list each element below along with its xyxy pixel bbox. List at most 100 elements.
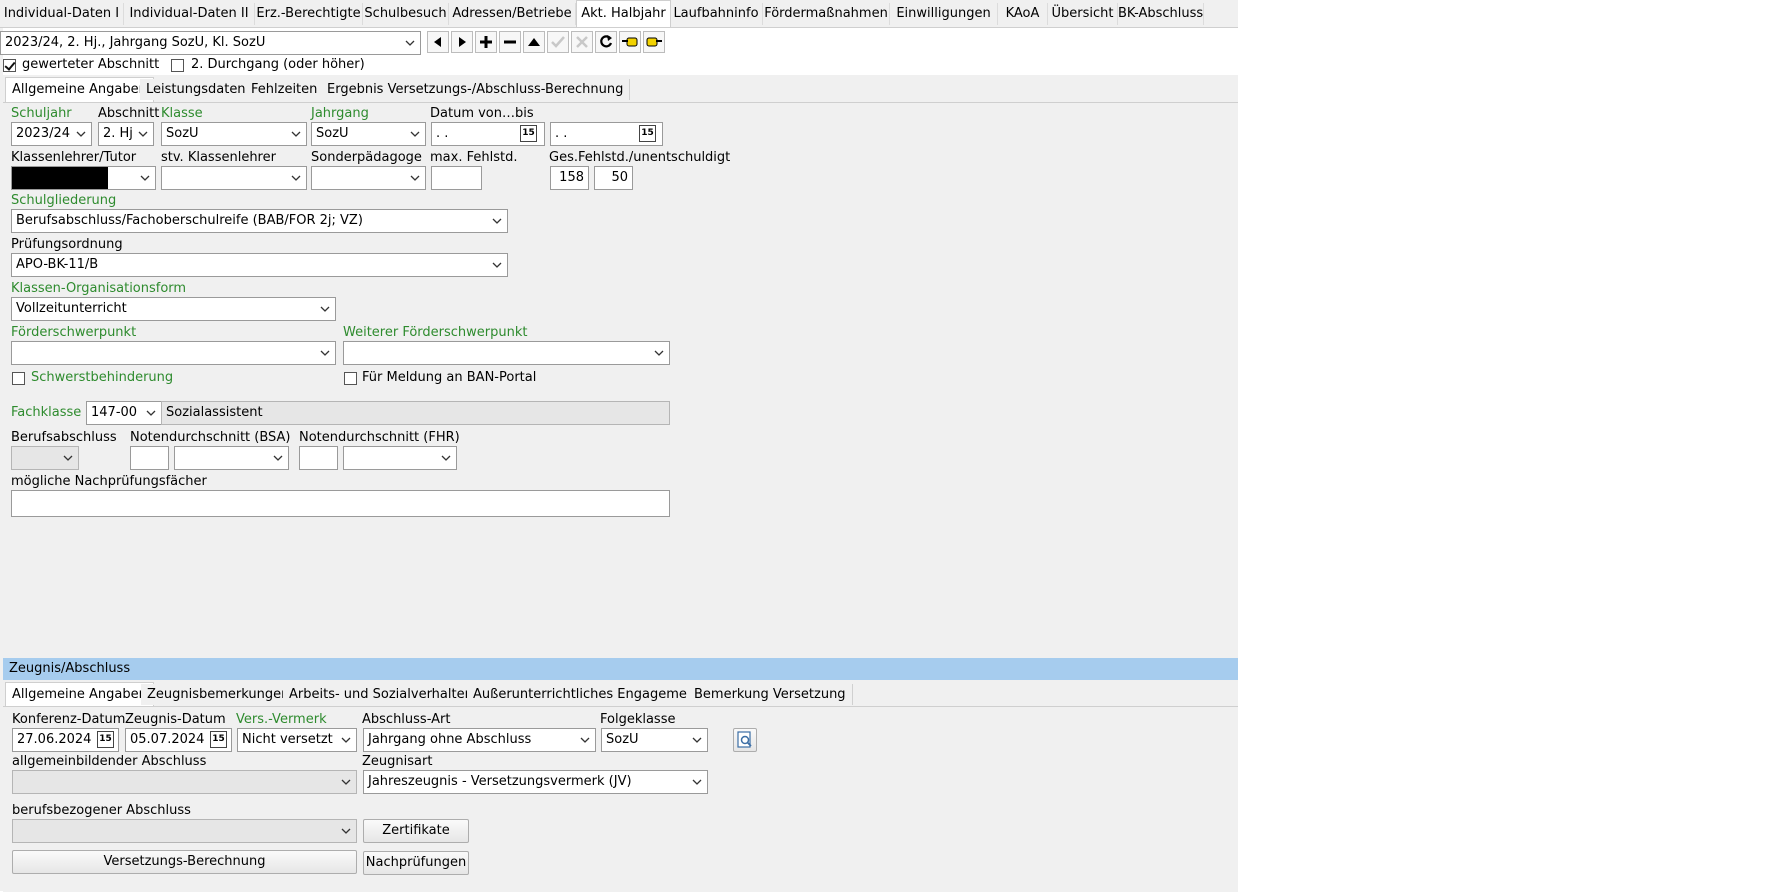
zeugnisart-select[interactable]: Jahreszeugnis - Versetzungsvermerk (JV) [363, 770, 708, 794]
weiterer-foerderschwerpunkt-select[interactable] [343, 341, 670, 365]
durchgang-checkbox[interactable] [171, 59, 184, 72]
remove-icon[interactable] [499, 31, 521, 53]
chevron-down-icon [579, 729, 591, 751]
fachklasse-name-field: Sozialassistent [161, 401, 670, 425]
max-fehlstd-field[interactable] [431, 166, 482, 190]
zeugnisart-label: Zeugnisart [362, 754, 433, 769]
berufsabschluss-select[interactable] [11, 446, 79, 470]
chevron-down-icon [290, 123, 302, 145]
tab-individual-daten-2[interactable]: Individual-Daten II [124, 3, 255, 25]
nachpruefungsfaecher-field[interactable] [11, 490, 670, 517]
klassenlehrer-select[interactable] [11, 166, 156, 190]
notendurchschnitt-bsa-select[interactable] [174, 446, 289, 470]
hand-left-icon[interactable] [619, 31, 641, 53]
zeugnis-section-header: Zeugnis/Abschluss [3, 658, 1238, 680]
notendurchschnitt-fhr-label: Notendurchschnitt (FHR) [299, 430, 460, 445]
abschnitt-select[interactable]: 2. Hj [98, 122, 154, 146]
pruefungsordnung-select[interactable]: APO-BK-11/B [11, 253, 508, 277]
sonderpaedagoge-select[interactable] [311, 166, 426, 190]
tab-einwilligungen[interactable]: Einwilligungen [890, 3, 998, 25]
zeugnis-tab-bemerkung-versetzung[interactable]: Bemerkung Versetzung [688, 684, 853, 705]
fachklasse-select[interactable]: 147-00 [86, 401, 162, 425]
abschluss-art-label: Abschluss-Art [362, 712, 451, 727]
period-select-value: 2023/24, 2. Hj., Jahrgang SozU, Kl. SozU [5, 35, 266, 50]
zeugnis-tab-engagement[interactable]: Außerunterrichtliches Engagement [467, 684, 708, 705]
notendurchschnitt-fhr-field[interactable] [299, 446, 338, 470]
klasse-select[interactable]: SozU [161, 122, 307, 146]
ban-portal-label: Für Meldung an BAN-Portal [362, 370, 537, 385]
unentschuldigt-field[interactable]: 50 [594, 166, 633, 190]
chevron-down-icon [404, 32, 416, 54]
schwerstbehinderung-checkbox[interactable] [12, 372, 25, 385]
zertifikate-button[interactable]: Zertifikate [363, 819, 469, 843]
notendurchschnitt-bsa-field[interactable] [130, 446, 169, 470]
tab-schulbesuch[interactable]: Schulbesuch [363, 3, 449, 25]
durchgang-label: 2. Durchgang (oder höher) [191, 57, 365, 72]
tab-foerdermassnahmen[interactable]: Fördermaßnahmen [763, 3, 890, 25]
chevron-down-icon [691, 771, 703, 793]
subtab-ergebnis[interactable]: Ergebnis Versetzungs-/Abschluss-Berechnu… [321, 79, 631, 100]
datum-von-value: . . [436, 126, 449, 141]
hand-right-icon[interactable] [643, 31, 665, 53]
next-icon[interactable] [451, 31, 473, 53]
add-icon[interactable] [475, 31, 497, 53]
vers-vermerk-select[interactable]: Nicht versetzt [237, 728, 357, 752]
abschluss-art-value: Jahrgang ohne Abschluss [368, 732, 532, 747]
refresh-icon[interactable] [595, 31, 617, 53]
tab-adressen-betriebe[interactable]: Adressen/Betriebe [449, 3, 576, 25]
nachpruefungen-button[interactable]: Nachprüfungen [363, 851, 469, 875]
berufsbezogener-abschluss-select[interactable] [12, 819, 357, 843]
calendar-icon[interactable]: 15 [639, 125, 656, 142]
versetzungs-berechnung-button[interactable]: Versetzungs-Berechnung [12, 850, 357, 874]
chevron-down-icon [145, 402, 157, 424]
tab-erz-berechtigte[interactable]: Erz.-Berechtigte [255, 3, 363, 25]
zeugnis-tab-bemerkungen[interactable]: Zeugnisbemerkungen [141, 684, 297, 705]
tab-akt-halbjahr[interactable]: Akt. Halbjahr [576, 0, 671, 27]
tab-bk-abschluss[interactable]: BK-Abschluss [1118, 3, 1204, 25]
stv-klassenlehrer-select[interactable] [161, 166, 307, 190]
abschnitt-value: 2. Hj [103, 126, 133, 141]
schuljahr-value: 2023/24 [16, 126, 71, 141]
abschluss-art-select[interactable]: Jahrgang ohne Abschluss [363, 728, 596, 752]
zeugnis-tab-allgemeine-angaben[interactable]: Allgemeine Angaben [5, 682, 154, 707]
chevron-down-icon [691, 729, 703, 751]
calendar-icon[interactable]: 15 [520, 125, 537, 142]
zeugnis-datum-label: Zeugnis-Datum [125, 712, 226, 727]
jahrgang-select[interactable]: SozU [311, 122, 426, 146]
schuljahr-select[interactable]: 2023/24 [11, 122, 92, 146]
tab-kaoa[interactable]: KAoA [998, 3, 1048, 25]
check-icon[interactable] [547, 31, 569, 53]
tab-individual-daten-1[interactable]: Individual-Daten I [0, 3, 124, 25]
konferenz-datum-value: 27.06.2024 [17, 732, 92, 747]
calendar-icon[interactable]: 15 [97, 731, 114, 748]
ges-fehlstd-field[interactable]: 158 [550, 166, 589, 190]
schulgliederung-select[interactable]: Berufsabschluss/Fachoberschulreife (BAB/… [11, 209, 508, 233]
calendar-icon[interactable]: 15 [210, 731, 227, 748]
zeugnis-tab-arbeits-sozialverhalten[interactable]: Arbeits- und Sozialverhalten [283, 684, 480, 705]
tab-laufbahninfo[interactable]: Laufbahninfo [670, 3, 763, 25]
subtab-allgemeine-angaben[interactable]: Allgemeine Angaben [5, 77, 154, 102]
up-icon[interactable] [523, 31, 545, 53]
subtab-leistungsdaten[interactable]: Leistungsdaten [140, 79, 253, 100]
orgform-select[interactable]: Vollzeitunterricht [11, 297, 336, 321]
first-icon[interactable] [427, 31, 449, 53]
tab-uebersicht[interactable]: Übersicht [1048, 3, 1118, 25]
notendurchschnitt-fhr-select[interactable] [343, 446, 457, 470]
subtab-fehlzeiten[interactable]: Fehlzeiten [245, 79, 325, 100]
ban-portal-checkbox[interactable] [344, 372, 357, 385]
chevron-down-icon [491, 254, 503, 276]
stv-klassenlehrer-label: stv. Klassenlehrer [161, 150, 276, 165]
pruefungsordnung-value: APO-BK-11/B [16, 257, 99, 272]
period-select[interactable]: 2023/24, 2. Hj., Jahrgang SozU, Kl. SozU [0, 31, 421, 55]
foerderschwerpunkt-select[interactable] [11, 341, 336, 365]
chevron-down-icon [319, 298, 331, 320]
gewerteter-checkbox[interactable] [3, 59, 16, 72]
jahrgang-label: Jahrgang [311, 106, 369, 121]
notendurchschnitt-bsa-label: Notendurchschnitt (BSA) [130, 430, 291, 445]
chevron-down-icon [340, 729, 352, 751]
allgemeinbildender-abschluss-select[interactable] [12, 770, 357, 794]
chevron-down-icon [440, 447, 452, 469]
folgeklasse-select[interactable]: SozU [601, 728, 708, 752]
cancel-icon[interactable] [571, 31, 593, 53]
search-doc-icon[interactable] [733, 728, 757, 752]
